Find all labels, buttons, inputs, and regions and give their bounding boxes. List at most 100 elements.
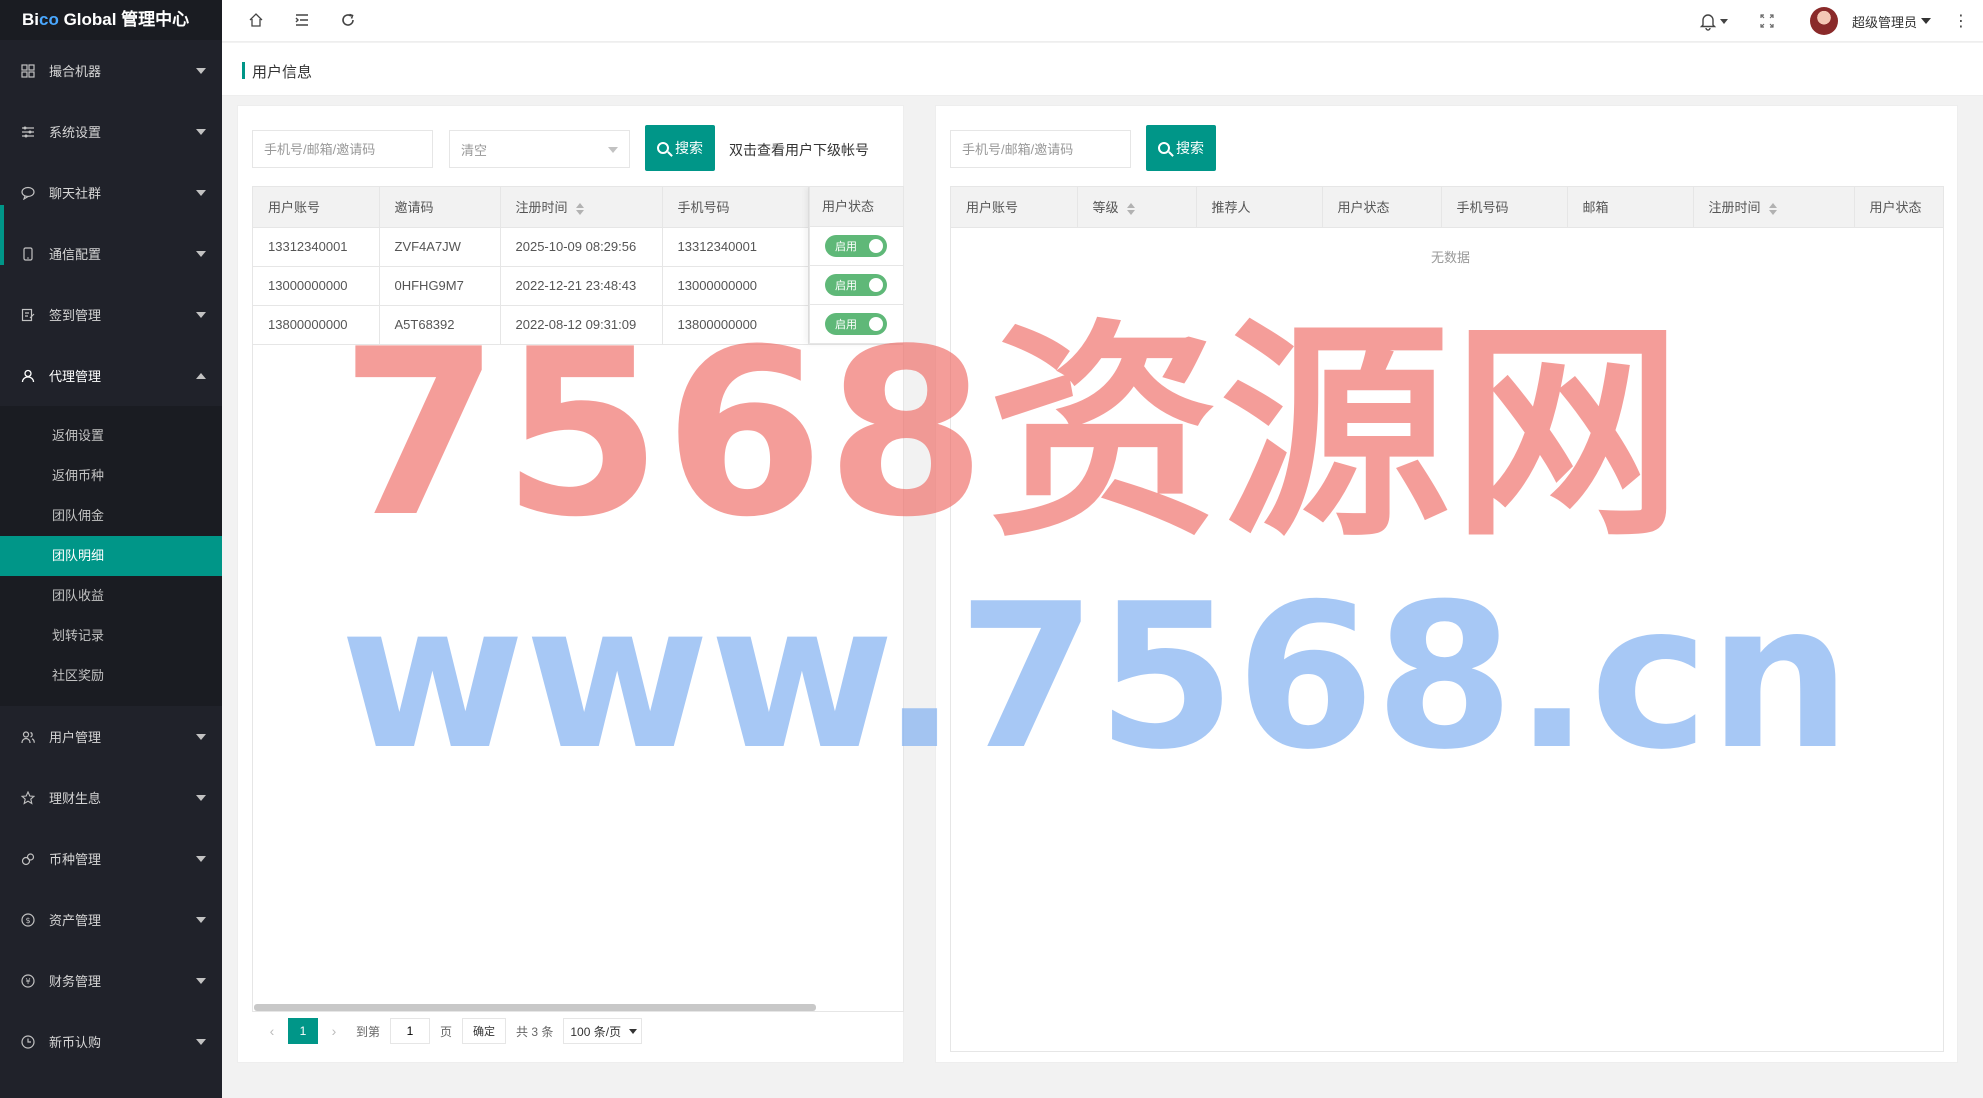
clock-icon <box>20 1034 36 1050</box>
phone-icon <box>20 246 36 262</box>
page-title: 用户信息 <box>252 64 313 81</box>
column-header-status: 用户状态 <box>810 187 903 227</box>
svg-text:¥: ¥ <box>25 977 30 986</box>
status-toggle[interactable]: 启用 <box>825 313 887 335</box>
home-icon[interactable] <box>246 10 266 30</box>
cell-phone: 13800000000 <box>662 305 809 345</box>
sidebar-group-top-0[interactable]: 撮合机器 <box>0 40 222 101</box>
sidebar-group-agent[interactable]: 代理管理 <box>0 345 222 406</box>
title-accent-bar <box>242 62 245 79</box>
agent-submenu: 返佣设置 返佣币种 团队佣金 团队明细 团队收益 划转记录 社区奖励 <box>0 406 222 706</box>
toggle-knob <box>869 239 883 253</box>
column-header: 推荐人 <box>1196 187 1323 228</box>
sort-icon[interactable] <box>1768 202 1777 215</box>
sidebar-group-label: 系统设置 <box>49 125 102 140</box>
sidebar-group-label: 理财生息 <box>49 791 102 806</box>
goto-label: 到第 <box>356 1024 381 1039</box>
sidebar-group-bottom-4[interactable]: ¥ 财务管理 <box>0 950 222 1011</box>
table-row[interactable]: 13312340001 ZVF4A7JW 2025-10-09 08:29:56 13… <box>253 227 903 267</box>
chevron-down-icon <box>196 733 206 740</box>
status-toggle[interactable]: 启用 <box>825 235 887 257</box>
sub-search-button[interactable]: 搜索 <box>1146 125 1216 171</box>
sidebar-group-bottom-2[interactable]: 币种管理 <box>0 828 222 889</box>
cell-time: 2022-08-12 09:31:09 <box>500 305 663 345</box>
sidebar-subitem[interactable]: 社区奖励 <box>0 656 222 696</box>
sidebar-group-label: 资产管理 <box>49 913 102 928</box>
refresh-icon[interactable] <box>338 10 358 30</box>
avatar[interactable] <box>1809 7 1838 35</box>
menu-toggle-icon[interactable] <box>292 10 312 30</box>
goto-confirm-button[interactable]: 确定 <box>462 1018 507 1044</box>
filter-select[interactable]: 清空 <box>449 130 630 168</box>
pagination: ‹ 1 › 到第 页 确定 共 3 条 100 条/页 <box>260 1018 643 1044</box>
status-toggle[interactable]: 启用 <box>825 274 887 296</box>
table-row[interactable]: 13000000000 0HFHG9M7 2022-12-21 23:48:43 13… <box>253 266 903 306</box>
prev-page-icon[interactable]: ‹ <box>260 1023 284 1039</box>
sidebar-group-label: 财务管理 <box>49 974 102 989</box>
horizontal-scrollbar[interactable] <box>254 1004 816 1011</box>
chevron-up-icon <box>196 372 206 379</box>
column-header[interactable]: 注册时间 <box>1693 187 1855 228</box>
sidebar-group-top-2[interactable]: 聊天社群 <box>0 162 222 223</box>
chevron-down-icon <box>196 794 206 801</box>
bell-icon[interactable] <box>1698 11 1728 31</box>
sidebar-subitem[interactable]: 团队明细 <box>0 536 222 576</box>
yen-icon: ¥ <box>20 973 36 989</box>
sidebar-group-bottom-1[interactable]: 理财生息 <box>0 767 222 828</box>
sidebar-subitem[interactable]: 返佣币种 <box>0 456 222 496</box>
next-page-icon[interactable]: › <box>322 1023 346 1039</box>
sliders-icon <box>20 124 36 140</box>
chevron-down-icon <box>196 67 206 74</box>
sidebar-group-bottom-0[interactable]: 用户管理 <box>0 706 222 767</box>
column-header[interactable]: 注册时间 <box>500 187 663 228</box>
sidebar-group-top-4[interactable]: 签到管理 <box>0 284 222 345</box>
search-input[interactable] <box>252 130 433 168</box>
goto-page-input[interactable] <box>390 1018 431 1044</box>
admin-name[interactable]: 超级管理员 <box>1852 12 1917 31</box>
sidebar-subitem[interactable]: 返佣设置 <box>0 416 222 456</box>
cell-time: 2025-10-09 08:29:56 <box>500 227 663 267</box>
sidebar-group-label: 撮合机器 <box>49 64 102 79</box>
search-button[interactable]: 搜索 <box>645 125 715 171</box>
fullscreen-icon[interactable] <box>1760 14 1774 28</box>
chevron-down-icon <box>629 1028 638 1034</box>
cell-phone: 13312340001 <box>662 227 809 267</box>
sidebar-subitem[interactable]: 划转记录 <box>0 616 222 656</box>
app-logo[interactable]: Bico Global 管理中心 <box>0 0 222 40</box>
chevron-down-icon <box>196 977 206 984</box>
sidebar-group-top-1[interactable]: 系统设置 <box>0 101 222 162</box>
table-row[interactable]: 13800000000 A5T68392 2022-08-12 09:31:09 13… <box>253 305 903 345</box>
sidebar-group-top-3[interactable]: 通信配置 <box>0 223 222 284</box>
checkin-icon <box>20 307 36 323</box>
svg-text:$: $ <box>25 916 30 925</box>
sidebar-group-bottom-3[interactable]: $ 资产管理 <box>0 889 222 950</box>
chevron-down-icon <box>196 916 206 923</box>
sort-icon[interactable] <box>575 202 584 215</box>
page-size-select[interactable]: 100 条/页 <box>563 1018 643 1044</box>
column-header: 邀请码 <box>379 187 501 228</box>
page-unit-label: 页 <box>440 1024 453 1039</box>
sidebar-group-bottom-5[interactable]: 新币认购 <box>0 1011 222 1072</box>
sidebar-subitem[interactable]: 团队佣金 <box>0 496 222 536</box>
sidebar-group-label: 币种管理 <box>49 852 102 867</box>
cell-account: 13000000000 <box>253 266 380 306</box>
top-header: 超级管理员 ⋮ <box>222 0 1983 42</box>
toggle-knob <box>869 278 883 292</box>
column-header[interactable]: 等级 <box>1077 187 1197 228</box>
sub-search-input[interactable] <box>950 130 1131 168</box>
sidebar-group-label: 用户管理 <box>49 730 102 745</box>
page-current[interactable]: 1 <box>288 1018 318 1044</box>
sidebar-subitem[interactable]: 团队收益 <box>0 576 222 616</box>
subordinate-table: 用户账号 等级 推荐人 用户状态 手机号码 邮箱 注册时间 用户状态 无数据 <box>950 186 1944 1052</box>
toggle-knob <box>869 317 883 331</box>
cell-status: 启用 <box>810 266 903 305</box>
star-icon <box>20 790 36 806</box>
chevron-down-icon <box>196 189 206 196</box>
sidebar: Bico Global 管理中心 撮合机器系统设置聊天社群通信配置 签到管理 代理… <box>0 0 222 1098</box>
hint-text: 双击查看用户下级帐号 <box>729 142 869 158</box>
column-header: 手机号码 <box>662 187 809 228</box>
sort-icon[interactable] <box>1126 202 1135 215</box>
sidebar-group-label: 聊天社群 <box>49 186 102 201</box>
more-vertical-icon[interactable]: ⋮ <box>1953 11 1969 31</box>
chevron-down-icon <box>196 311 206 318</box>
